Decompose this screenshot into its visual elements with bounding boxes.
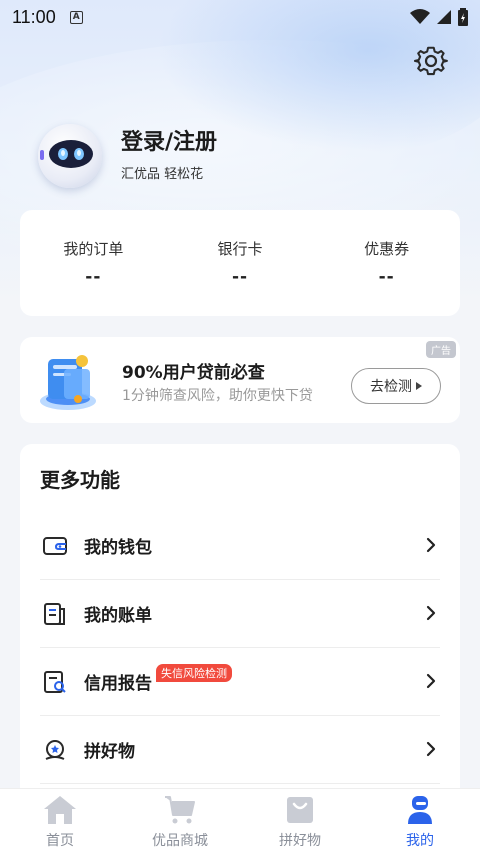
status-time: 11:00 [12,6,56,27]
ad-description: 1分钟筛查风险，助你更快下贷 [122,388,313,404]
stat-label: 银行卡 [217,240,263,258]
credit-report-icon [44,670,66,693]
group-buy-icon [45,739,65,760]
user-icon [408,796,432,824]
menu-item-label: 信用报告 [84,674,152,694]
status-icons [410,8,468,26]
profile-subtitle: 汇优品 轻松花 [121,167,204,182]
nav-label: 我的 [406,833,434,849]
bag-icon [287,797,313,823]
nav-home[interactable]: 首页 [0,789,120,854]
stat-coupons[interactable]: 优惠券 -- [313,210,460,316]
nav-label: 拼好物 [279,833,321,849]
nav-group-buy[interactable]: 拼好物 [240,789,360,854]
ad-banner[interactable]: 广告 90%用户贷前必查 1分钟筛查风险，助你更快下贷 去检测 [20,337,460,423]
gear-icon [413,46,448,76]
nav-label: 优品商城 [152,833,208,849]
ad-title: 90%用户贷前必查 [122,363,265,383]
check-button-label: 去检测 [370,379,412,395]
cart-icon [165,796,195,824]
avatar[interactable] [38,124,102,188]
menu-item-label: 我的钱包 [84,538,152,558]
bill-icon [44,602,65,625]
nav-mine[interactable]: 我的 [360,789,480,854]
settings-button[interactable] [413,44,448,78]
play-arrow-icon [416,382,422,390]
wifi-icon [410,9,430,24]
section-title: 更多功能 [40,468,120,492]
menu-item-label: 拼好物 [84,742,135,762]
status-bar: 11:00 A [0,0,480,34]
login-register-link[interactable]: 登录/注册 [121,124,217,156]
bottom-navigation: 首页 优品商城 拼好物 我的 [0,788,480,854]
more-functions-section: 更多功能 我的钱包 我的账单 信用报告 失信风险检测 拼好物 [20,444,460,804]
nav-mall[interactable]: 优品商城 [120,789,240,854]
stats-card: 我的订单 -- 银行卡 -- 优惠券 -- [20,210,460,316]
signal-icon [437,10,451,24]
menu-item-bill[interactable]: 我的账单 [40,580,440,648]
nav-label: 首页 [46,833,74,849]
check-button[interactable]: 去检测 [351,368,441,404]
robot-avatar-icon [40,140,93,168]
chevron-right-icon [426,537,436,553]
stat-label: 优惠券 [364,240,410,258]
risk-check-badge: 失信风险检测 [156,663,232,682]
credit-check-illustration-icon [40,355,96,410]
menu-item-group-buy[interactable]: 拼好物 [40,716,440,784]
chevron-right-icon [426,605,436,621]
stat-label: 我的订单 [63,240,124,258]
stat-bank-cards[interactable]: 银行卡 -- [167,210,314,316]
menu-item-credit-report[interactable]: 信用报告 失信风险检测 [40,648,440,716]
ad-badge: 广告 [426,341,456,358]
stat-value: -- [85,267,102,287]
home-icon [44,796,76,824]
stat-value: -- [231,267,249,287]
stat-value: -- [378,267,395,287]
chevron-right-icon [426,673,436,689]
menu-item-wallet[interactable]: 我的钱包 [40,512,440,580]
menu-item-label: 我的账单 [84,606,152,626]
wallet-icon [43,536,67,555]
notification-a-icon: A [69,10,83,24]
battery-icon [458,8,468,26]
stat-orders[interactable]: 我的订单 -- [20,210,167,316]
chevron-right-icon [426,741,436,757]
